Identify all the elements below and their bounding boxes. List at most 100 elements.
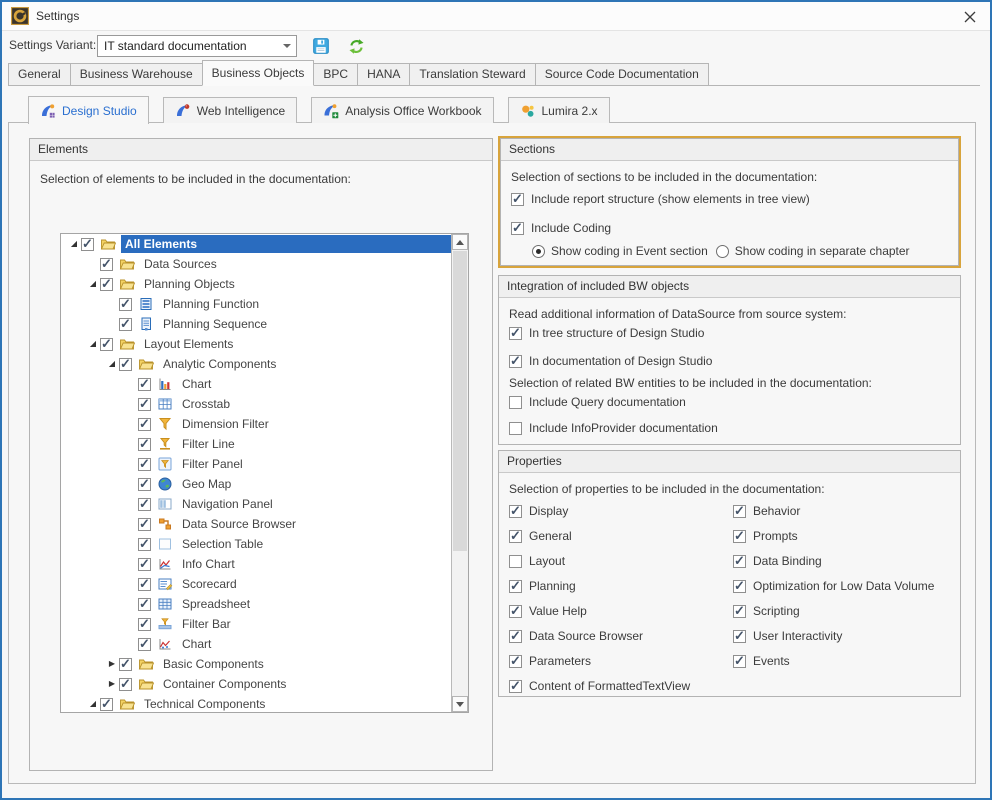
tree-item-label[interactable]: Spreadsheet: [178, 595, 451, 613]
tree-item-data-sources[interactable]: Data Sources: [61, 254, 451, 274]
checkbox-icon[interactable]: [138, 438, 151, 451]
tree-item-all-elements[interactable]: ◢All Elements: [61, 234, 451, 254]
tree-item-label[interactable]: Info Chart: [178, 555, 451, 573]
tab-translation-steward[interactable]: Translation Steward: [409, 63, 535, 85]
checkbox-icon[interactable]: [138, 598, 151, 611]
expanded-triangle-icon[interactable]: ◢: [105, 354, 119, 374]
property-checkbox-layout[interactable]: Layout: [509, 553, 733, 569]
tree-item-analytic-components[interactable]: ◢ Analytic Components: [61, 354, 451, 374]
property-checkbox-general[interactable]: General: [509, 528, 733, 544]
property-checkbox-optimization-for-low-data-volume[interactable]: Optimization for Low Data Volume: [733, 578, 934, 594]
property-checkbox-content-of-formattedtextview[interactable]: Content of FormattedTextView: [509, 678, 733, 694]
tree-item-planning-sequence[interactable]: Planning Sequence: [61, 314, 451, 334]
tree-item-label[interactable]: Geo Map: [178, 475, 451, 493]
tree-item-geo-map[interactable]: Geo Map: [61, 474, 451, 494]
scrollbar-thumb[interactable]: [453, 251, 467, 551]
tab-source-code-documentation[interactable]: Source Code Documentation: [535, 63, 709, 85]
tree-item-label[interactable]: Basic Components: [159, 655, 451, 673]
tab-business-warehouse[interactable]: Business Warehouse: [70, 63, 203, 85]
tree-item-label[interactable]: Technical Components: [140, 695, 451, 713]
tab-hana[interactable]: HANA: [357, 63, 410, 85]
checkbox-icon[interactable]: [119, 298, 132, 311]
property-checkbox-scripting[interactable]: Scripting: [733, 603, 934, 619]
tree-item-filter-bar[interactable]: Filter Bar: [61, 614, 451, 634]
tree-item-filter-line[interactable]: Filter Line: [61, 434, 451, 454]
property-checkbox-planning[interactable]: Planning: [509, 578, 733, 594]
property-checkbox-behavior[interactable]: Behavior: [733, 503, 934, 519]
include-report-structure-checkbox[interactable]: Include report structure (show elements …: [511, 191, 810, 207]
checkbox-icon[interactable]: [100, 278, 113, 291]
checkbox-icon[interactable]: [138, 558, 151, 571]
property-checkbox-user-interactivity[interactable]: User Interactivity: [733, 628, 934, 644]
property-checkbox-data-source-browser[interactable]: Data Source Browser: [509, 628, 733, 644]
tree-structure-checkbox[interactable]: In tree structure of Design Studio: [509, 325, 704, 341]
property-checkbox-data-binding[interactable]: Data Binding: [733, 553, 934, 569]
tree-item-label[interactable]: Filter Line: [178, 435, 451, 453]
tab-general[interactable]: General: [8, 63, 71, 85]
tree-item-basic-components[interactable]: ▶Basic Components: [61, 654, 451, 674]
show-coding-event-radio[interactable]: Show coding in Event section: [532, 244, 708, 258]
checkbox-icon[interactable]: [138, 498, 151, 511]
tree-item-label[interactable]: Navigation Panel: [178, 495, 451, 513]
checkbox-icon[interactable]: [138, 378, 151, 391]
close-button[interactable]: [962, 9, 978, 25]
collapsed-triangle-icon[interactable]: ▶: [105, 674, 119, 694]
tree-item-chart[interactable]: Chart: [61, 634, 451, 654]
checkbox-icon[interactable]: [138, 638, 151, 651]
checkbox-icon[interactable]: [138, 458, 151, 471]
tree-item-scorecard[interactable]: Scorecard: [61, 574, 451, 594]
tree-item-label[interactable]: All Elements: [121, 235, 451, 253]
include-infoprovider-checkbox[interactable]: Include InfoProvider documentation: [509, 420, 718, 436]
tree-item-container-components[interactable]: ▶Container Components: [61, 674, 451, 694]
tree-item-chart[interactable]: Chart: [61, 374, 451, 394]
checkbox-icon[interactable]: [119, 318, 132, 331]
expanded-triangle-icon[interactable]: ◢: [86, 694, 100, 713]
variant-combobox[interactable]: IT standard documentation: [97, 35, 297, 57]
tree-item-technical-components[interactable]: ◢ Technical Components: [61, 694, 451, 713]
tree-item-label[interactable]: Dimension Filter: [178, 415, 451, 433]
tree-item-spreadsheet[interactable]: Spreadsheet: [61, 594, 451, 614]
property-checkbox-events[interactable]: Events: [733, 653, 934, 669]
checkbox-icon[interactable]: [138, 618, 151, 631]
checkbox-icon[interactable]: [119, 678, 132, 691]
checkbox-icon[interactable]: [100, 338, 113, 351]
tree-item-label[interactable]: Data Source Browser: [178, 515, 451, 533]
save-variant-button[interactable]: [311, 36, 331, 56]
expanded-triangle-icon[interactable]: ◢: [86, 334, 100, 354]
tree-item-layout-elements[interactable]: ◢ Layout Elements: [61, 334, 451, 354]
property-checkbox-prompts[interactable]: Prompts: [733, 528, 934, 544]
tree-item-selection-table[interactable]: Selection Table: [61, 534, 451, 554]
include-coding-checkbox[interactable]: Include Coding: [511, 220, 611, 236]
documentation-checkbox[interactable]: In documentation of Design Studio: [509, 353, 712, 369]
checkbox-icon[interactable]: [119, 658, 132, 671]
checkbox-icon[interactable]: [138, 538, 151, 551]
checkbox-icon[interactable]: [100, 698, 113, 711]
scroll-down-button[interactable]: [452, 696, 468, 712]
subtab-analysis-office-workbook[interactable]: Analysis Office Workbook: [311, 97, 493, 123]
expanded-triangle-icon[interactable]: ◢: [86, 274, 100, 294]
subtab-lumira-2-x[interactable]: Lumira 2.x: [508, 97, 610, 123]
property-checkbox-parameters[interactable]: Parameters: [509, 653, 733, 669]
checkbox-icon[interactable]: [138, 578, 151, 591]
checkbox-icon[interactable]: [138, 518, 151, 531]
tree-item-crosstab[interactable]: Crosstab: [61, 394, 451, 414]
scroll-up-button[interactable]: [452, 234, 468, 250]
tree-item-label[interactable]: Data Sources: [140, 255, 451, 273]
tree-item-navigation-panel[interactable]: Navigation Panel: [61, 494, 451, 514]
show-coding-chapter-radio[interactable]: Show coding in separate chapter: [716, 244, 910, 258]
tree-item-data-source-browser[interactable]: Data Source Browser: [61, 514, 451, 534]
tree-item-label[interactable]: Chart: [178, 635, 451, 653]
property-checkbox-value-help[interactable]: Value Help: [509, 603, 733, 619]
tab-bpc[interactable]: BPC: [313, 63, 358, 85]
tree-item-label[interactable]: Scorecard: [178, 575, 451, 593]
checkbox-icon[interactable]: [81, 238, 94, 251]
refresh-variant-button[interactable]: [346, 36, 366, 56]
tree-item-label[interactable]: Planning Objects: [140, 275, 451, 293]
tree-item-label[interactable]: Planning Function: [159, 295, 451, 313]
tree-item-label[interactable]: Analytic Components: [159, 355, 451, 373]
checkbox-icon[interactable]: [138, 478, 151, 491]
subtab-design-studio[interactable]: Design Studio: [28, 96, 149, 124]
tree-item-label[interactable]: Selection Table: [178, 535, 451, 553]
tree-item-label[interactable]: Layout Elements: [140, 335, 451, 353]
property-checkbox-display[interactable]: Display: [509, 503, 733, 519]
